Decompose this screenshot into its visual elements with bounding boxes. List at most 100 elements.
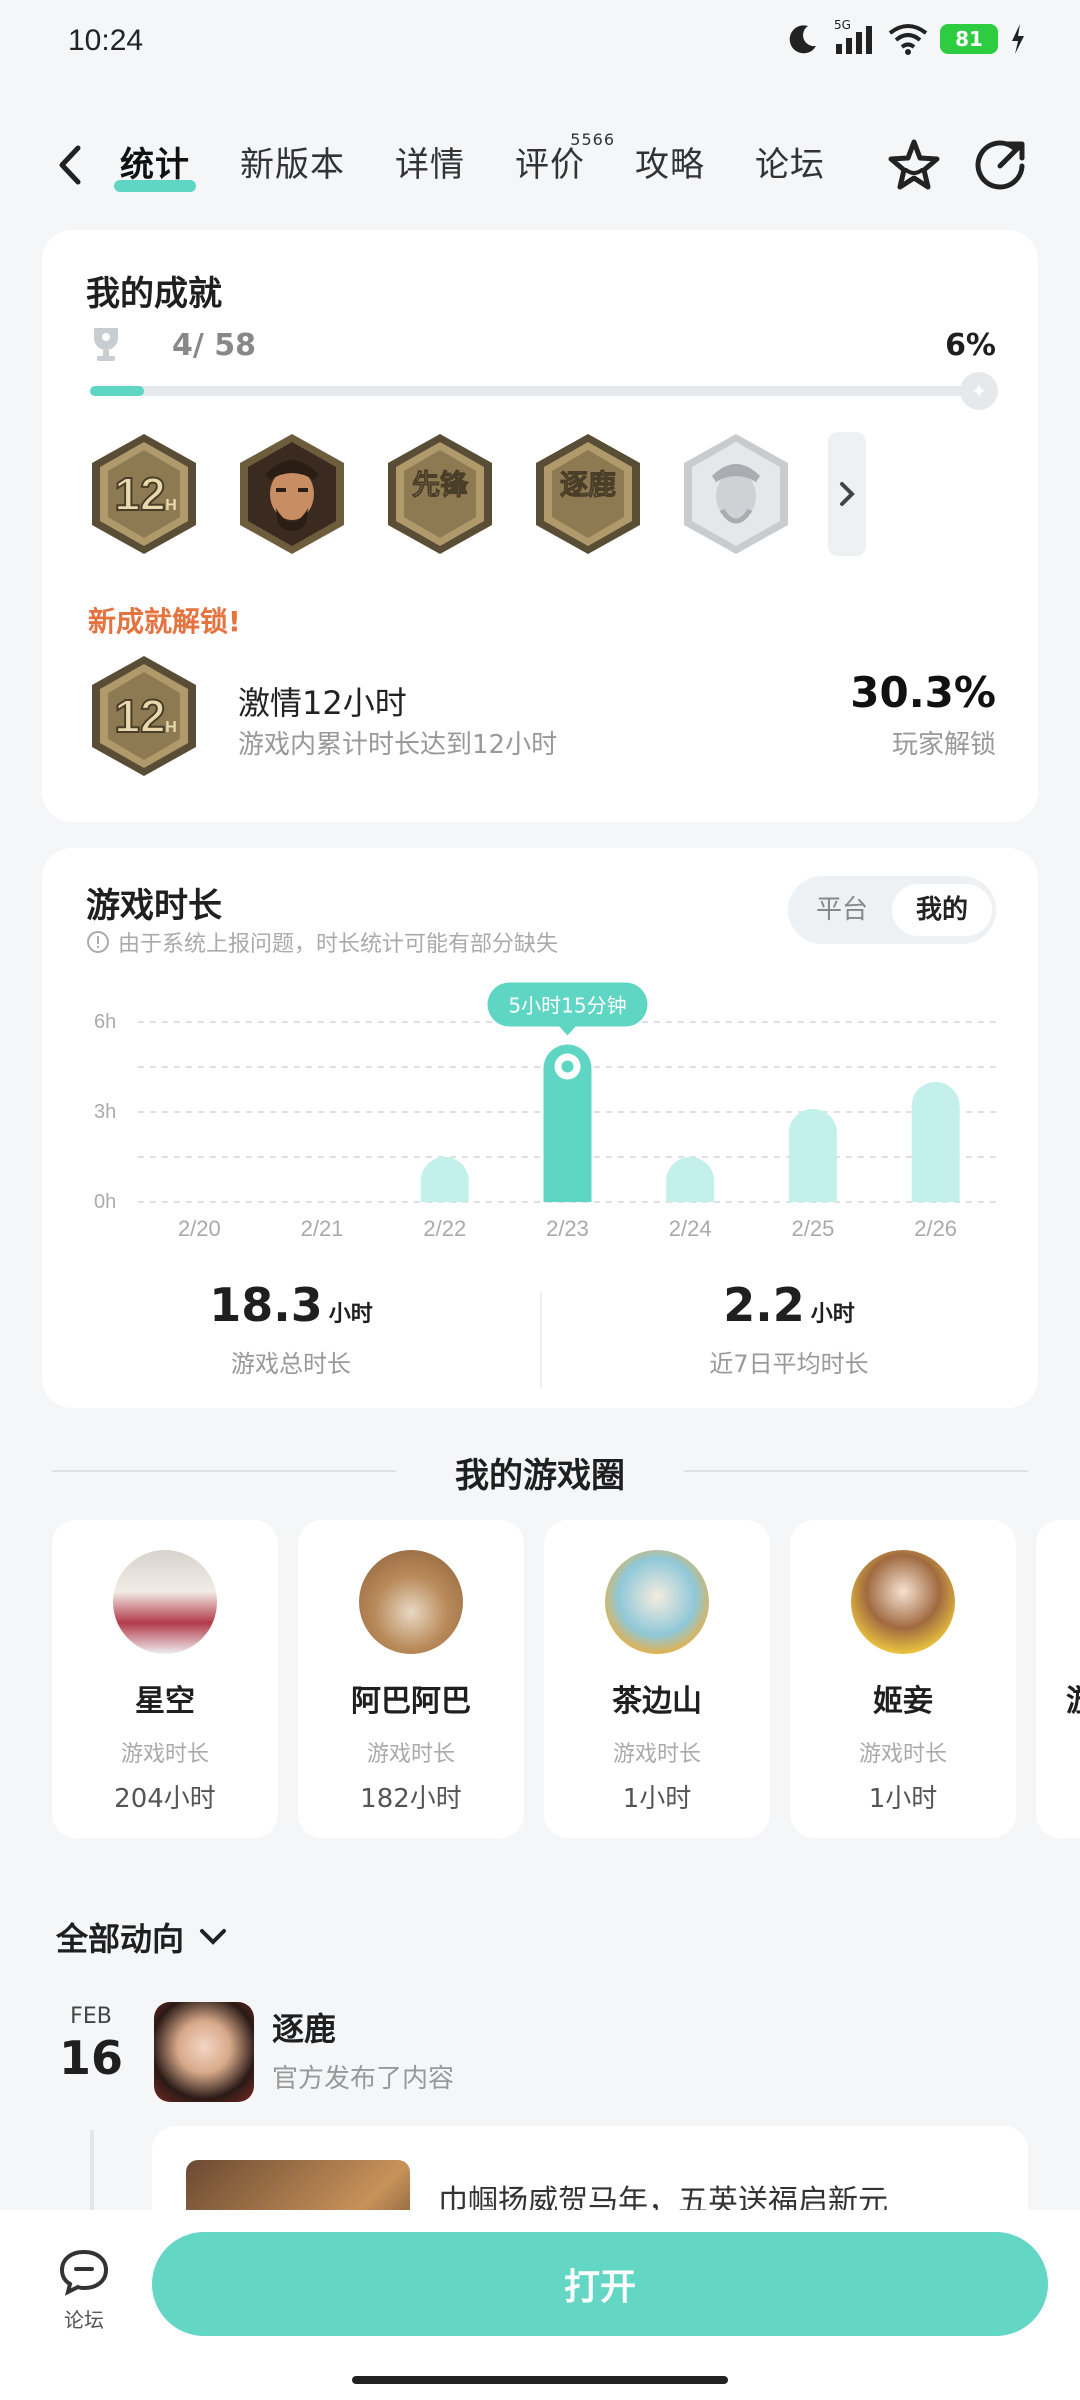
tab-label: 详情 <box>395 145 465 185</box>
badge-pioneer-icon[interactable]: 先锋 <box>384 432 496 556</box>
tab-details[interactable]: 详情 <box>395 130 465 200</box>
tab-forum[interactable]: 论坛 <box>755 130 825 200</box>
x-tick-label: 2/25 <box>792 1216 835 1241</box>
playtime-title: 游戏时长 <box>86 886 222 926</box>
feed-author-avatar[interactable] <box>154 2002 254 2102</box>
playtime-segment-control: 平台 我的 <box>788 876 996 944</box>
network-label: 5G <box>834 18 851 32</box>
friend-card[interactable]: 姬妾 游戏时长 1小时 <box>790 1520 1016 1838</box>
friend-playtime: 204小时 <box>114 1784 216 1814</box>
back-icon[interactable] <box>52 140 88 190</box>
friend-name: 游 <box>1066 1676 1080 1720</box>
svg-text:12: 12 <box>114 690 165 742</box>
badge-zhulu-icon[interactable]: 逐鹿 <box>532 432 644 556</box>
tab-new-version[interactable]: 新版本 <box>240 130 345 200</box>
tab-guides[interactable]: 攻略 <box>635 130 705 200</box>
segment-mine[interactable]: 我的 <box>892 884 992 936</box>
badge-locked-icon[interactable] <box>680 432 792 556</box>
latest-achievement-percent: 30.3% <box>850 668 996 717</box>
average-playtime: 2.2 小时 近7日平均时长 <box>540 1278 1038 1379</box>
status-icons: 5G 81 <box>786 18 1026 56</box>
bar <box>788 1109 837 1202</box>
y-tick-label: 0h <box>94 1191 116 1213</box>
share-icon[interactable] <box>970 136 1030 196</box>
progress-fill <box>90 386 144 396</box>
bottom-bar: 论坛 打开 <box>0 2210 1080 2400</box>
forum-chat-icon <box>59 2249 109 2296</box>
friend-name: 姬妾 <box>873 1684 933 1719</box>
segment-platform[interactable]: 平台 <box>792 884 892 936</box>
friend-label: 游戏时长 <box>858 1742 947 1767</box>
battery-indicator: 81 <box>940 24 998 54</box>
y-tick-label: 3h <box>94 1101 116 1123</box>
avatar <box>605 1550 709 1654</box>
favorite-star-icon[interactable] <box>884 136 944 196</box>
feed-author-name[interactable]: 逐鹿 <box>272 2004 336 2050</box>
badge-portrait-icon[interactable] <box>236 432 348 556</box>
tooltip-pointer <box>558 1025 577 1036</box>
latest-achievement-name: 激情12小时 <box>238 684 407 722</box>
friend-name: 茶边山 <box>612 1684 702 1719</box>
friend-list: 星空 游戏时长 204小时 阿巴阿巴 游戏时长 182小时 茶边山 游戏时长 1… <box>52 1520 1080 1838</box>
total-playtime-label: 游戏总时长 <box>231 1350 351 1378</box>
friend-card-partial[interactable]: 游 <box>1036 1520 1080 1838</box>
svg-text:H: H <box>165 497 177 514</box>
tooltip-label: 5小时15分钟 <box>508 994 626 1018</box>
playtime-notice: 由于系统上报问题，时长统计可能有部分缺失 <box>86 926 558 958</box>
playtime-card: 0h 3h 6h 2/20 2/21 2/22 2/23 2/24 2/25 2/26 5小时15分… <box>42 848 1038 1408</box>
friend-playtime: 182小时 <box>360 1784 462 1814</box>
feed-date: FEB 16 <box>56 2004 126 2085</box>
total-playtime-value: 18.3 <box>209 1278 323 1332</box>
tab-label: 论坛 <box>755 145 825 185</box>
y-tick-label: 6h <box>94 1011 116 1033</box>
header: 统计 新版本 详情 评价 5566 攻略 论坛 <box>0 130 1080 210</box>
badge-text: 逐鹿 <box>560 468 616 501</box>
latest-badge-12h-icon[interactable]: 12 H <box>88 654 200 778</box>
friend-card[interactable]: 阿巴阿巴 游戏时长 182小时 <box>298 1520 524 1838</box>
friend-card[interactable]: 星空 游戏时长 204小时 <box>52 1520 278 1838</box>
moon-icon <box>789 25 816 54</box>
feed-action: 官方发布了内容 <box>272 2064 455 2094</box>
tab-stats[interactable]: 统计 <box>114 130 196 200</box>
more-badges-button[interactable] <box>828 432 866 556</box>
forum-button[interactable]: 论坛 <box>52 2246 116 2333</box>
x-tick-label: 2/26 <box>914 1216 957 1241</box>
achievements-card[interactable]: 我的成就 4/ 58 6% ✦ 12 H 先锋 逐鹿 新成就解锁! 12 H 激… <box>42 230 1038 822</box>
bar <box>420 1157 469 1202</box>
x-tick-label: 2/24 <box>669 1216 712 1241</box>
friend-card[interactable]: 茶边山 游戏时长 1小时 <box>544 1520 770 1838</box>
game-circle-title: 我的游戏圈 <box>455 1456 625 1496</box>
home-indicator <box>352 2376 728 2384</box>
avatar <box>359 1550 463 1654</box>
feed-filter-dropdown[interactable]: 全部动向 <box>56 1914 228 1960</box>
friend-playtime: 1小时 <box>868 1784 938 1814</box>
notice-text: 由于系统上报问题，时长统计可能有部分缺失 <box>118 932 559 957</box>
feed-filter-label: 全部动向 <box>56 1920 185 1958</box>
signal-icon: 5G <box>832 18 876 56</box>
tab-label: 评价 <box>515 145 585 185</box>
x-tick-label: 2/22 <box>423 1216 466 1241</box>
badge-list: 12 H 先锋 逐鹿 <box>88 432 866 556</box>
friend-playtime: 1小时 <box>622 1784 692 1814</box>
game-circle-header: 我的游戏圈 <box>52 1448 1028 1496</box>
achievements-title: 我的成就 <box>86 274 222 314</box>
badge-text: 先锋 <box>412 468 469 501</box>
progress-end-icon: ✦ <box>960 372 998 410</box>
new-achievement-label: 新成就解锁! <box>88 605 241 638</box>
tab-reviews[interactable]: 评价 5566 <box>515 130 614 200</box>
feed-day: 16 <box>58 2031 123 2085</box>
info-icon <box>87 931 109 953</box>
badge-12h-icon[interactable]: 12 H <box>88 432 200 556</box>
x-tick-label: 2/23 <box>546 1216 589 1241</box>
open-game-button[interactable]: 打开 <box>152 2232 1048 2336</box>
tab-label: 攻略 <box>635 145 705 185</box>
total-playtime: 18.3 小时 游戏总时长 <box>42 1278 540 1379</box>
wifi-icon <box>888 24 928 55</box>
chevron-down-icon <box>200 1929 227 1945</box>
forum-label: 论坛 <box>64 2308 104 2332</box>
chevron-right-icon <box>840 482 855 506</box>
trophy-icon <box>94 328 118 361</box>
friend-label: 游戏时长 <box>366 1742 455 1767</box>
x-tick-label: 2/21 <box>301 1216 344 1241</box>
achievement-percent: 6% <box>945 328 996 363</box>
